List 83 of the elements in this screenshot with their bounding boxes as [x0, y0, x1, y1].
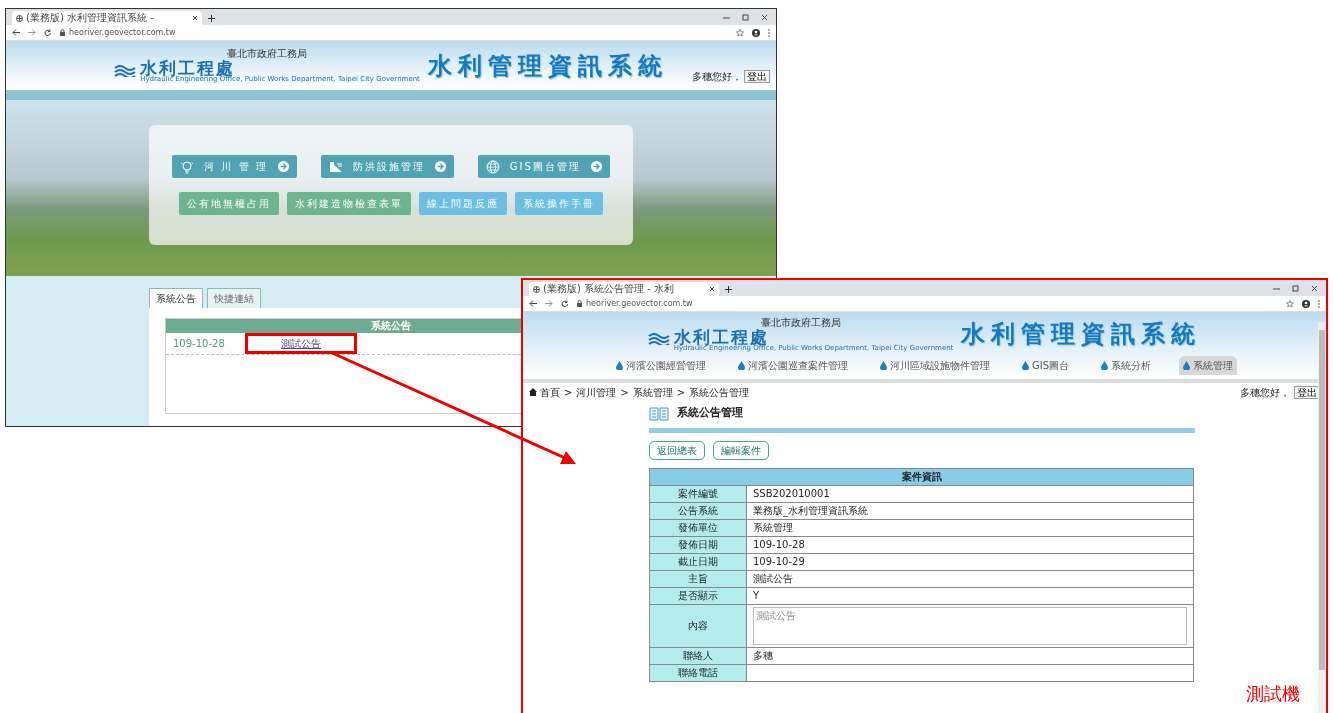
close-icon[interactable]: [761, 13, 768, 21]
close-icon[interactable]: [192, 15, 198, 21]
new-tab-icon[interactable]: [208, 15, 215, 22]
arrow-right-icon: [434, 161, 446, 172]
profile-icon[interactable]: [752, 28, 760, 37]
breadcrumb-separator: >: [676, 385, 686, 400]
back-icon[interactable]: [12, 29, 20, 36]
url-text[interactable]: heoriver.geovector.com.tw: [69, 26, 176, 39]
globe-icon: [485, 159, 500, 174]
book-icon: [649, 405, 669, 421]
water-drop-icon: [879, 361, 887, 370]
field-value: 業務版_水利管理資訊系統: [746, 502, 1194, 519]
url-text[interactable]: heoriver.geovector.com.tw: [586, 297, 693, 310]
greeting-text: 多穗您好，: [1240, 385, 1290, 400]
agency-name: 臺北市政府工務局: [226, 49, 308, 59]
water-drop-icon: [1021, 361, 1029, 370]
profile-icon[interactable]: [1302, 299, 1310, 308]
breadcrumb-separator: >: [564, 385, 573, 400]
close-icon[interactable]: [709, 286, 715, 292]
arrow-right-icon: [277, 161, 289, 172]
water-drop-icon: [1101, 361, 1108, 370]
nav-tab[interactable]: 河濱公園經營管理: [611, 356, 710, 375]
arrow-right-icon: [590, 161, 602, 172]
nav-tab[interactable]: 河濱公園巡查案件管理: [733, 356, 852, 375]
star-icon[interactable]: [736, 28, 744, 37]
nav-tab[interactable]: GIS圖台: [1017, 356, 1073, 375]
nav-tab[interactable]: 河川區域設施物件管理: [875, 356, 994, 375]
forward-icon[interactable]: [28, 29, 36, 36]
home-icon[interactable]: [529, 388, 537, 396]
system-title: 水利管理資訊系統: [427, 50, 668, 82]
agency-name: 臺北市政府工務局: [759, 317, 842, 328]
content-textarea[interactable]: 測試公告: [753, 606, 1187, 645]
field-value: Y: [746, 587, 1194, 604]
nav-tab[interactable]: 系統分析: [1097, 356, 1155, 375]
globe-icon: [533, 285, 540, 293]
reload-icon[interactable]: [561, 299, 569, 308]
logo-text: 水利工程處: [140, 59, 236, 77]
panel-tab[interactable]: 快捷連結: [207, 288, 261, 308]
reload-icon[interactable]: [44, 28, 52, 37]
system-title: 水利管理資訊系統: [961, 319, 1202, 350]
breadcrumb-link[interactable]: 系統管理: [632, 384, 673, 400]
field-value: 109-10-28: [746, 536, 1194, 553]
logout-button[interactable]: 登出: [1294, 385, 1320, 399]
page-title: 系統公告管理: [677, 405, 743, 421]
logo-text: 水利工程處: [673, 327, 769, 346]
close-icon[interactable]: [1311, 284, 1318, 292]
star-icon[interactable]: [1286, 299, 1294, 308]
breadcrumb-separator: >: [620, 385, 629, 400]
table-header: 案件資訊: [649, 468, 1194, 485]
logout-button[interactable]: 登出: [744, 70, 770, 83]
field-value: 系統管理: [746, 519, 1194, 536]
globe-icon: [16, 14, 23, 22]
panel-tab[interactable]: 系統公告: [149, 288, 203, 308]
field-value: 109-10-29: [746, 553, 1194, 570]
lock-icon: [60, 29, 65, 36]
breadcrumb-link[interactable]: 系統公告管理: [689, 384, 750, 400]
lock-icon: [577, 300, 582, 307]
scrollbar-thumb[interactable]: [1319, 330, 1325, 670]
water-drop-icon: [615, 361, 623, 370]
nav-tab[interactable]: 系統管理: [1179, 356, 1237, 375]
date-cell-text: 109-10-28: [173, 337, 226, 351]
field-label: 內容: [649, 604, 747, 647]
waves-logo-icon: [647, 333, 670, 345]
water-drop-icon: [737, 361, 745, 370]
action-button[interactable]: 返回總表: [649, 440, 705, 460]
lightbulb-icon: [180, 159, 195, 174]
restore-icon[interactable]: [1292, 284, 1299, 292]
field-value: 多穗: [746, 647, 1194, 664]
greeting-text: 多穗您好，: [692, 70, 742, 84]
new-tab-icon[interactable]: [725, 286, 732, 293]
waves-logo-icon: [114, 64, 137, 77]
field-value: 測試公告: [746, 570, 1194, 587]
restore-icon[interactable]: [742, 13, 749, 21]
forward-icon[interactable]: [545, 300, 553, 307]
announcement-link[interactable]: 測試公告: [245, 333, 357, 354]
breadcrumb-link[interactable]: 首頁: [540, 384, 560, 400]
water-drop-icon: [1183, 361, 1190, 370]
field-value: SSB202010001: [746, 485, 1194, 502]
action-button[interactable]: 編輯案件: [713, 440, 769, 460]
back-icon[interactable]: [529, 300, 537, 307]
breadcrumb-link[interactable]: 河川管理: [576, 384, 617, 400]
floodwall-icon: [328, 159, 343, 174]
annotation-label: 測試機: [1246, 682, 1300, 706]
